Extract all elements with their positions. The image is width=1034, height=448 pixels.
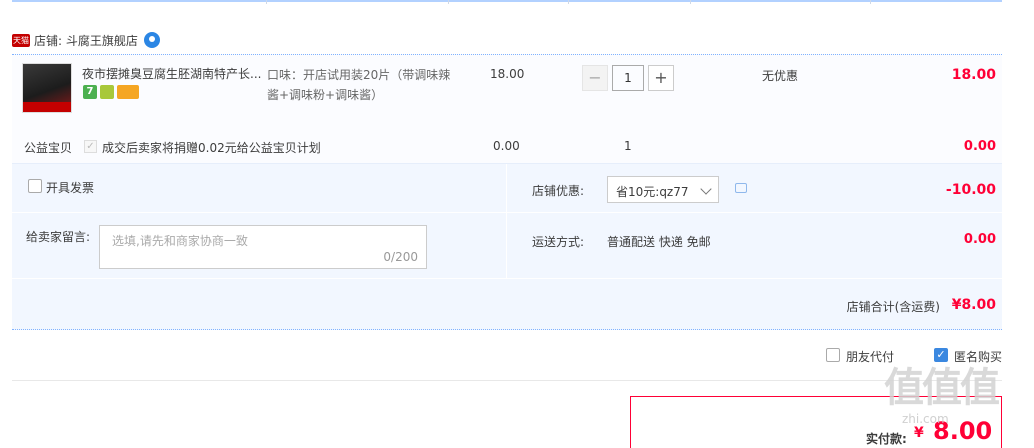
order-options: 开具发票 给卖家留言: 选填,请先和商家协商一致 0/200 店铺优惠: 省10… xyxy=(12,164,1002,278)
quantity-input[interactable]: 1 xyxy=(612,65,644,91)
site-watermark: 值值值 zhi.com xyxy=(884,366,1024,436)
decrease-quantity-button[interactable]: − xyxy=(582,65,608,91)
checkout-divider xyxy=(12,380,1002,381)
message-char-count: 0/200 xyxy=(383,250,418,264)
shop-name[interactable]: 店铺: 斗腐王旗舰店 xyxy=(34,32,138,49)
tmall-badge-icon: 天猫 xyxy=(12,33,30,47)
column-tick xyxy=(690,0,691,4)
shipping-amount: 0.00 xyxy=(963,232,996,247)
column-tick xyxy=(568,0,569,4)
shipping-label: 运送方式: xyxy=(532,235,585,249)
item-promotion: 无优惠 xyxy=(762,69,799,83)
shop-total-value: ¥8.00 xyxy=(951,297,996,313)
anonymous-label[interactable]: 匿名购买 xyxy=(954,348,1002,365)
order-item: 夜市摆摊臭豆腐生胚湖南特产长... 7 口味：开店试用装20片（带调味辣酱+调味… xyxy=(12,54,1002,164)
watermark-url: zhi.com xyxy=(902,412,949,426)
message-input[interactable]: 选填,请先和商家协商一致 0/200 xyxy=(99,225,427,269)
charity-quantity: 1 xyxy=(624,139,632,153)
thumbnail-tag xyxy=(23,102,71,112)
shop-discount-label: 店铺优惠: xyxy=(532,184,585,198)
quantity-stepper: − 1 + xyxy=(582,65,674,91)
shipping-method: 普通配送 快递 免邮 xyxy=(607,235,711,249)
product-sku: 口味：开店试用装20片（带调味辣酱+调味粉+调味酱） xyxy=(267,68,451,102)
friend-pay-checkbox[interactable] xyxy=(826,348,840,362)
product-thumbnail[interactable] xyxy=(22,63,72,113)
coupon-value: 省10元:qz77 xyxy=(616,185,689,199)
invoice-label[interactable]: 开具发票 xyxy=(46,179,94,196)
guarantee-icon[interactable] xyxy=(100,85,114,99)
charity-label: 公益宝贝 xyxy=(24,141,73,155)
charity-subtotal: 0.00 xyxy=(963,139,996,154)
message-label: 给卖家留言: xyxy=(26,230,91,244)
seven-day-return-icon[interactable]: 7 xyxy=(83,85,97,99)
service-icons: 7 xyxy=(83,85,139,99)
shop-total-label: 店铺合计(含运费) xyxy=(846,300,940,314)
column-tick xyxy=(448,0,449,4)
increase-quantity-button[interactable]: + xyxy=(648,65,674,91)
charity-price: 0.00 xyxy=(493,139,520,153)
shop-discount-amount: -10.00 xyxy=(945,182,996,198)
item-subtotal: 18.00 xyxy=(951,67,996,83)
coupon-select[interactable]: 省10元:qz77 xyxy=(607,176,719,203)
options-divider xyxy=(506,164,507,278)
column-tick xyxy=(870,0,871,4)
shop-header: 天猫 店铺: 斗腐王旗舰店 xyxy=(12,30,160,50)
wangwang-chat-icon[interactable] xyxy=(143,32,160,48)
product-title[interactable]: 夜市摆摊臭豆腐生胚湖南特产长... xyxy=(82,65,267,82)
friend-pay-label[interactable]: 朋友代付 xyxy=(846,348,894,365)
charity-checkbox: ✓ xyxy=(84,140,97,153)
column-tick xyxy=(266,0,267,4)
message-placeholder: 选填,请先和商家协商一致 xyxy=(112,234,248,248)
chevron-down-icon xyxy=(700,183,712,195)
anonymous-checkbox[interactable]: ✓ xyxy=(934,348,948,362)
unit-price: 18.00 xyxy=(490,67,525,81)
invoice-checkbox[interactable] xyxy=(28,179,42,193)
options-divider xyxy=(12,212,1002,213)
charity-text: 成交后卖家将捐赠0.02元给公益宝贝计划 xyxy=(102,141,321,155)
card-payment-icon[interactable] xyxy=(117,85,139,99)
watermark-logo: 值值值 xyxy=(884,365,1000,411)
shop-total: 店铺合计(含运费) ¥8.00 xyxy=(12,278,1002,330)
message-bubble-icon[interactable] xyxy=(735,183,747,193)
top-divider xyxy=(12,0,1002,2)
